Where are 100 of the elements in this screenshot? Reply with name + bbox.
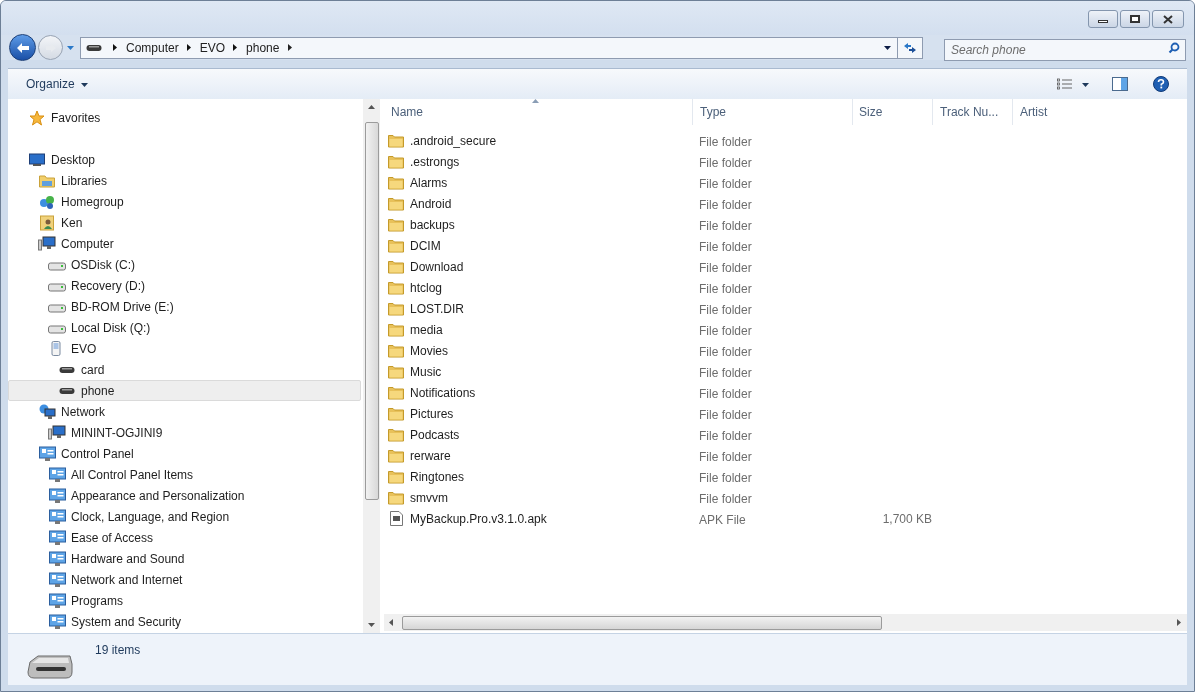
scrollbar-thumb[interactable] bbox=[364, 122, 379, 500]
folder-icon bbox=[388, 154, 404, 169]
refresh-arrows-icon bbox=[903, 41, 917, 54]
nav-item[interactable]: Network bbox=[8, 401, 361, 422]
nav-item[interactable]: Appearance and Personalization bbox=[8, 485, 361, 506]
nav-item[interactable]: phone bbox=[8, 380, 361, 401]
history-dropdown-button[interactable] bbox=[65, 43, 76, 52]
nav-item[interactable]: Hardware and Sound bbox=[8, 548, 361, 569]
nav-item[interactable]: Desktop bbox=[8, 149, 361, 170]
scroll-left-arrow-icon bbox=[387, 618, 396, 627]
file-row[interactable]: Alarms File folder bbox=[384, 172, 1187, 193]
scrollbar-thumb[interactable] bbox=[402, 615, 882, 630]
file-row[interactable]: rerware File folder bbox=[384, 445, 1187, 466]
folder-icon bbox=[388, 364, 404, 379]
file-row[interactable]: Android File folder bbox=[384, 193, 1187, 214]
control-panel-icon bbox=[48, 466, 66, 483]
file-type: File folder bbox=[699, 260, 752, 275]
view-options-button[interactable] bbox=[1057, 78, 1090, 90]
nav-item[interactable]: Control Panel bbox=[8, 443, 361, 464]
vertical-scrollbar[interactable] bbox=[363, 99, 380, 633]
document-icon bbox=[389, 511, 403, 526]
nav-item[interactable]: All Control Panel Items bbox=[8, 464, 361, 485]
file-name: Music bbox=[410, 363, 442, 381]
close-icon bbox=[1163, 14, 1173, 24]
control-panel-icon bbox=[38, 445, 56, 462]
folder-icon bbox=[388, 385, 404, 400]
folder-icon bbox=[388, 490, 404, 505]
maximize-button[interactable] bbox=[1120, 10, 1150, 28]
control-panel-icon bbox=[48, 529, 66, 546]
file-row[interactable]: DCIM File folder bbox=[384, 235, 1187, 256]
file-row[interactable]: MyBackup.Pro.v3.1.0.apk APK File 1,700 KB bbox=[384, 508, 1187, 529]
horizontal-scrollbar[interactable] bbox=[384, 614, 1187, 631]
file-name: Pictures bbox=[410, 405, 454, 423]
file-row[interactable]: Movies File folder bbox=[384, 340, 1187, 361]
column-header[interactable]: Name bbox=[384, 99, 692, 125]
nav-item[interactable]: Computer bbox=[8, 233, 361, 254]
minimize-button[interactable] bbox=[1088, 10, 1118, 28]
breadcrumb[interactable]: EVO bbox=[197, 38, 228, 57]
star-icon bbox=[29, 109, 45, 126]
folder-icon bbox=[388, 322, 404, 337]
nav-item[interactable]: System and Security bbox=[8, 611, 361, 632]
nav-item[interactable]: MININT-OGJINI9 bbox=[8, 422, 361, 443]
file-row[interactable]: Ringtones File folder bbox=[384, 466, 1187, 487]
control-panel-icon bbox=[48, 571, 66, 588]
close-button[interactable] bbox=[1152, 10, 1184, 28]
file-name: Notifications bbox=[410, 384, 476, 402]
file-name: Android bbox=[410, 195, 452, 213]
search-field[interactable]: Search phone bbox=[944, 38, 1186, 61]
file-row[interactable]: LOST.DIR File folder bbox=[384, 298, 1187, 319]
control-panel-icon bbox=[48, 592, 66, 609]
file-row[interactable]: media File folder bbox=[384, 319, 1187, 340]
folder-icon bbox=[388, 448, 404, 463]
file-row[interactable]: .android_secure File folder bbox=[384, 130, 1187, 151]
breadcrumb[interactable]: phone bbox=[244, 38, 282, 57]
file-row[interactable]: Notifications File folder bbox=[384, 382, 1187, 403]
file-type: File folder bbox=[699, 365, 752, 380]
nav-item[interactable]: Favorites bbox=[8, 107, 361, 128]
file-row[interactable]: .estrongs File folder bbox=[384, 151, 1187, 172]
address-bar[interactable]: Computer EVO phone bbox=[80, 36, 923, 59]
column-header[interactable]: Track Nu... bbox=[932, 99, 1012, 125]
minimize-icon bbox=[1098, 19, 1108, 23]
nav-item[interactable]: Local Disk (Q:) bbox=[8, 317, 361, 338]
nav-item[interactable]: card bbox=[8, 359, 361, 380]
nav-item[interactable]: Ease of Access bbox=[8, 527, 361, 548]
file-name: Ringtones bbox=[410, 468, 465, 486]
breadcrumb-arrow-icon bbox=[111, 43, 120, 52]
column-header[interactable]: Size bbox=[852, 99, 932, 125]
file-type: File folder bbox=[699, 197, 752, 212]
nav-item[interactable]: Homegroup bbox=[8, 191, 361, 212]
column-header[interactable]: Type bbox=[692, 99, 852, 125]
file-row[interactable]: backups File folder bbox=[384, 214, 1187, 235]
back-button[interactable] bbox=[9, 34, 36, 61]
nav-item[interactable]: Network and Internet bbox=[8, 569, 361, 590]
nav-item[interactable]: Libraries bbox=[8, 170, 361, 191]
preview-pane-button[interactable] bbox=[1112, 77, 1128, 91]
help-button[interactable] bbox=[1153, 76, 1169, 92]
file-row[interactable]: Podcasts File folder bbox=[384, 424, 1187, 445]
nav-item[interactable]: EVO bbox=[8, 338, 361, 359]
file-row[interactable]: Download File folder bbox=[384, 256, 1187, 277]
nav-item[interactable]: BD-ROM Drive (E:) bbox=[8, 296, 361, 317]
folder-icon bbox=[388, 427, 404, 442]
file-row[interactable]: htclog File folder bbox=[384, 277, 1187, 298]
scroll-down-arrow-icon bbox=[367, 620, 376, 629]
removable-drive-icon bbox=[26, 654, 74, 680]
breadcrumb[interactable]: Computer bbox=[124, 38, 181, 57]
organize-button[interactable]: Organize bbox=[26, 75, 89, 93]
nav-item[interactable]: OSDisk (C:) bbox=[8, 254, 361, 275]
computer-icon bbox=[48, 425, 66, 440]
control-panel-icon bbox=[48, 613, 66, 630]
nav-item[interactable]: Ken bbox=[8, 212, 361, 233]
nav-item[interactable]: Programs bbox=[8, 590, 361, 611]
monitor-icon bbox=[29, 152, 45, 167]
file-row[interactable]: Pictures File folder bbox=[384, 403, 1187, 424]
file-type: File folder bbox=[699, 407, 752, 422]
file-row[interactable]: smvvm File folder bbox=[384, 487, 1187, 508]
nav-item[interactable]: Recovery (D:) bbox=[8, 275, 361, 296]
file-row[interactable]: Music File folder bbox=[384, 361, 1187, 382]
file-name: backups bbox=[410, 216, 455, 234]
nav-item[interactable]: Clock, Language, and Region bbox=[8, 506, 361, 527]
column-header[interactable]: Artist bbox=[1012, 99, 1187, 125]
